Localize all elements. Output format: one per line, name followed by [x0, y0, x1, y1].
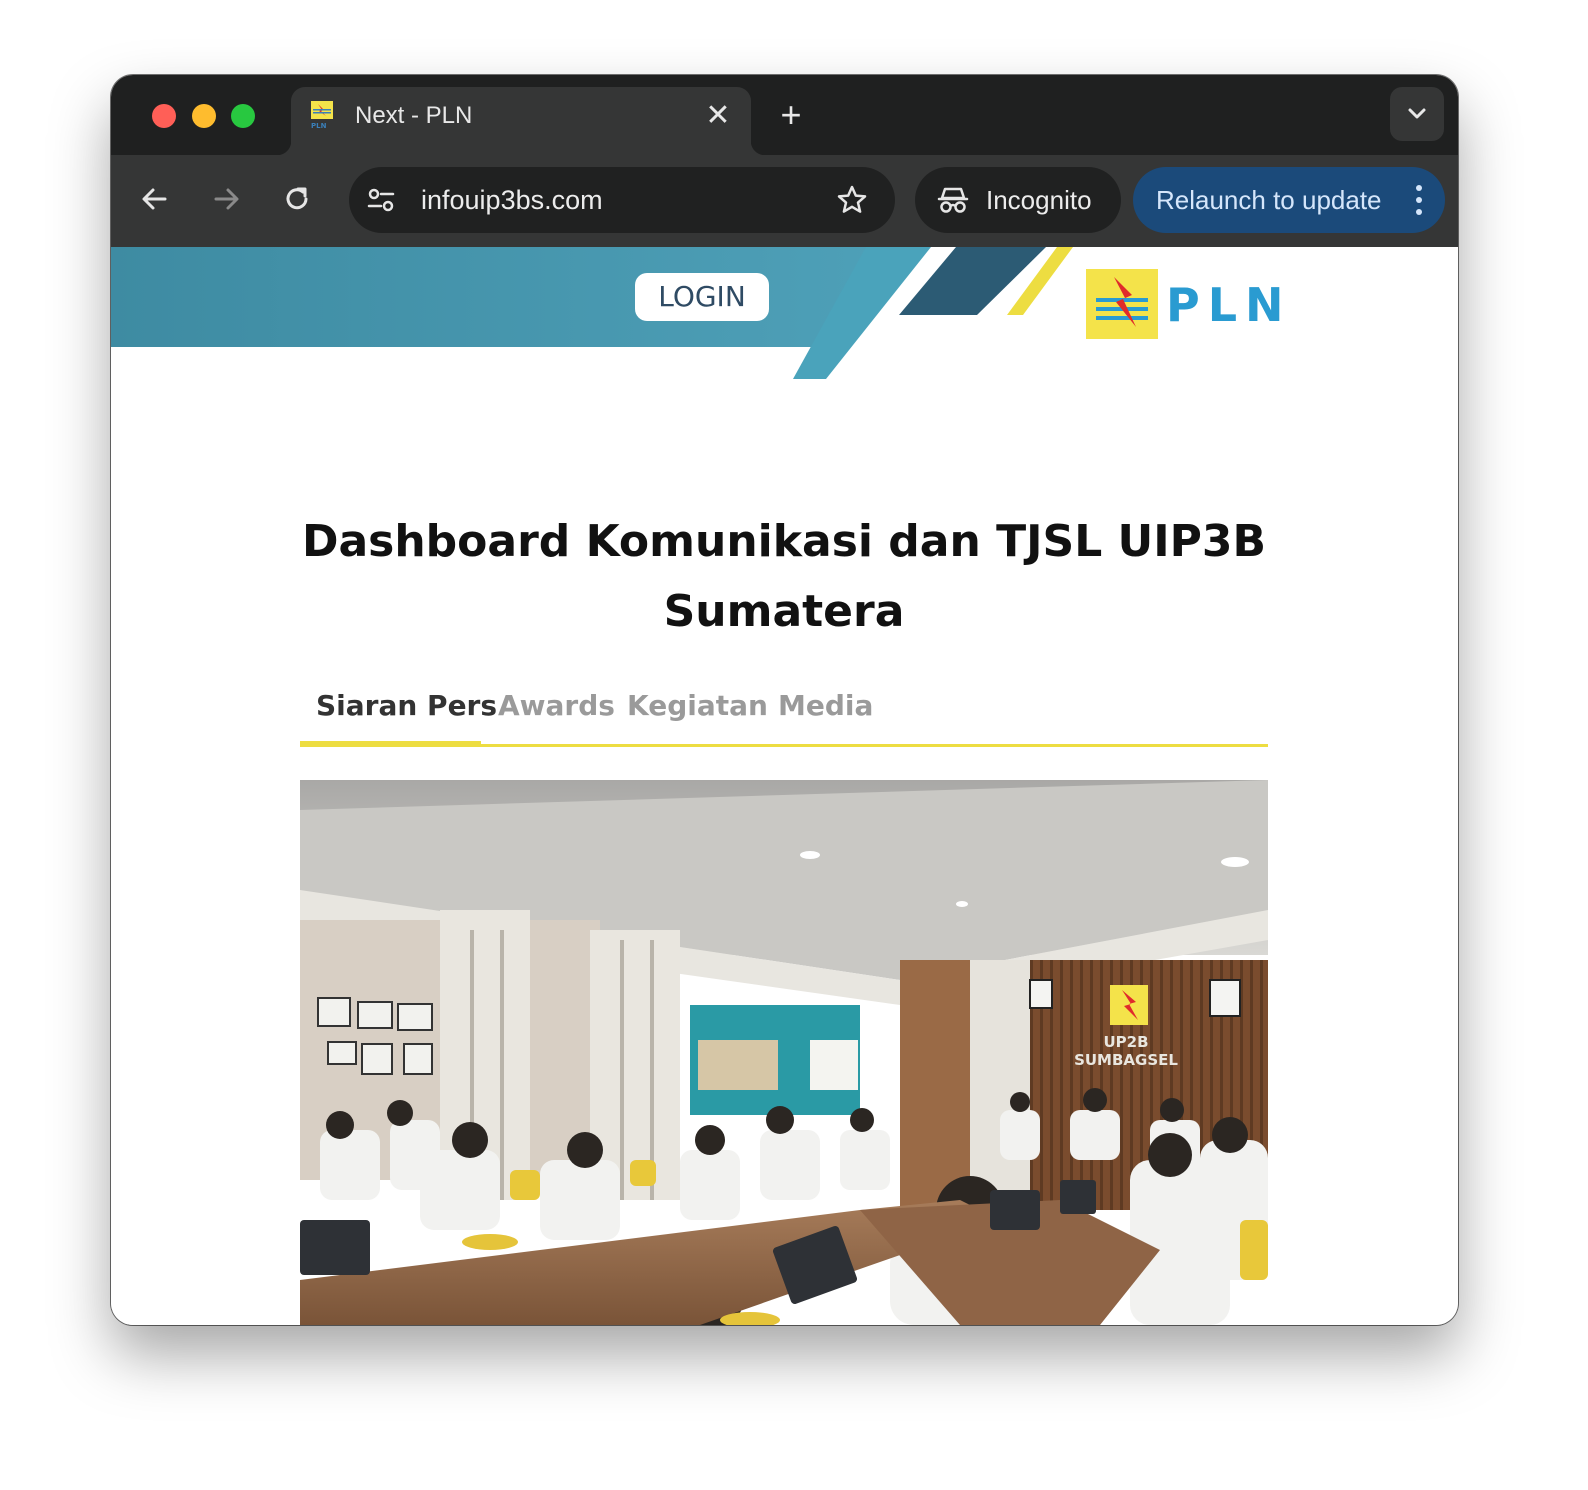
more-menu-icon[interactable]	[1415, 183, 1423, 217]
bookmark-star-icon[interactable]	[835, 183, 869, 217]
tab-strip: PLN Next - PLN ✕ +	[111, 75, 1458, 155]
relaunch-to-update-button[interactable]: Relaunch to update	[1133, 167, 1445, 233]
brand-text: PLN	[1166, 278, 1288, 332]
tab-kegiatan[interactable]: Kegiatan	[627, 689, 768, 722]
wall-sign-line2: SUMBAGSEL	[1074, 1051, 1178, 1069]
wall-sign-line1: UP2B	[1103, 1033, 1148, 1051]
login-button[interactable]: LOGIN	[635, 273, 769, 321]
page-viewport: LOGIN PLN Dashboard Komunikasi dan TJSL …	[111, 247, 1458, 1325]
tab-awards[interactable]: Awards	[498, 689, 615, 722]
tab-search-button[interactable]	[1390, 87, 1444, 141]
url-text[interactable]: infouip3bs.com	[421, 185, 603, 215]
address-bar[interactable]: infouip3bs.com	[349, 167, 895, 233]
meeting-room-photo: UP2B SUMBAGSEL	[300, 780, 1268, 1325]
chevron-down-icon	[1408, 108, 1426, 119]
close-window-button[interactable]	[152, 104, 176, 128]
tab-siaran-pers[interactable]: Siaran Pers	[316, 689, 497, 722]
zoom-window-button[interactable]	[231, 104, 255, 128]
relaunch-label: Relaunch to update	[1156, 185, 1382, 215]
pln-favicon-icon: PLN	[311, 101, 333, 129]
page-title-line1: Dashboard Komunikasi dan TJSL UIP3B	[301, 516, 1267, 567]
content-tabs: Siaran Pers Awards Kegiatan Media	[300, 683, 1268, 747]
browser-tab[interactable]: PLN Next - PLN ✕	[277, 87, 765, 155]
active-tab-indicator	[300, 741, 481, 747]
incognito-indicator[interactable]: Incognito	[915, 167, 1121, 233]
tab-title: Next - PLN	[355, 102, 473, 129]
tab-media[interactable]: Media	[778, 689, 873, 722]
pln-logo[interactable]: PLN	[1086, 267, 1288, 341]
browser-window: PLN Next - PLN ✕ + infouip3bs.com Incogn…	[111, 75, 1458, 1325]
new-tab-button[interactable]: +	[773, 97, 809, 133]
forward-arrow-icon[interactable]	[206, 179, 246, 219]
incognito-icon	[937, 187, 969, 213]
page-title: Dashboard Komunikasi dan TJSL UIP3B Suma…	[301, 507, 1267, 647]
incognito-label: Incognito	[986, 185, 1092, 215]
minimize-window-button[interactable]	[192, 104, 216, 128]
page-title-line2: Sumatera	[663, 586, 905, 637]
svg-text:PLN: PLN	[311, 122, 327, 129]
back-arrow-icon[interactable]	[135, 179, 175, 219]
browser-toolbar: infouip3bs.com Incognito Relaunch to upd…	[111, 155, 1458, 247]
site-settings-icon[interactable]	[365, 184, 397, 216]
reload-icon[interactable]	[277, 179, 317, 219]
tab-close-icon[interactable]: ✕	[703, 101, 733, 131]
featured-photo[interactable]: UP2B SUMBAGSEL	[300, 780, 1268, 1325]
